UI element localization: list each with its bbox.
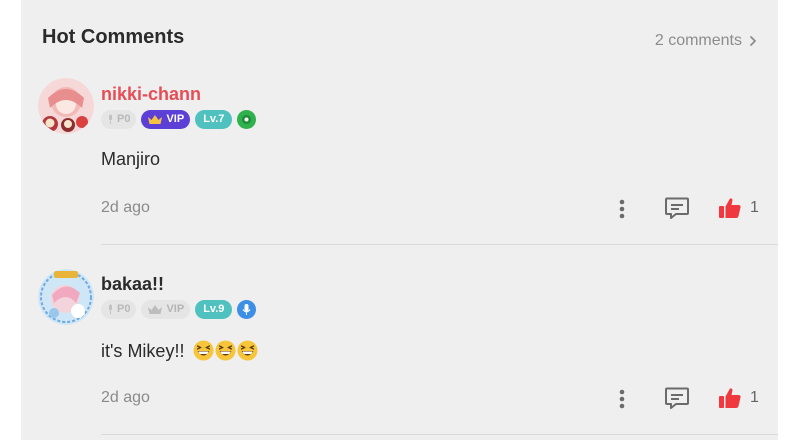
user-badges: P0 VIP Lv.7 [101, 109, 257, 129]
like-count: 1 [750, 389, 759, 406]
green-gem-icon [237, 109, 257, 129]
grinning-squinting-face-icon [237, 340, 258, 361]
comment-bubble-icon [665, 197, 689, 219]
points-badge-label: P0 [117, 112, 131, 125]
comment-bubble-icon [665, 387, 689, 409]
crown-icon [148, 304, 163, 314]
vip-badge: VIP [141, 299, 191, 319]
like-button[interactable]: 1 [718, 196, 759, 220]
crown-icon [148, 114, 163, 124]
hot-comments-panel: Hot Comments 2 comments nikki-chann P0 V… [21, 0, 778, 440]
grinning-squinting-face-icon [215, 340, 236, 361]
more-vertical-icon [619, 389, 625, 409]
vip-badge: VIP [141, 109, 191, 129]
user-badges: P0 VIP Lv.9 [101, 299, 257, 319]
comment-time: 2d ago [101, 389, 150, 406]
username[interactable]: nikki-chann [101, 84, 201, 105]
comment-text-content: it's Mikey!! [101, 341, 185, 361]
avatar[interactable] [38, 269, 94, 325]
comment-text: it's Mikey!! [101, 340, 258, 362]
like-button[interactable]: 1 [718, 386, 759, 410]
more-options-button[interactable] [617, 198, 627, 220]
comment-text: Manjiro [101, 149, 160, 170]
thumbs-up-icon [719, 388, 741, 408]
level-badge: Lv.9 [195, 299, 233, 319]
section-title: Hot Comments [42, 26, 185, 48]
points-badge: P0 [101, 109, 137, 129]
microphone-icon [109, 304, 112, 314]
more-options-button[interactable] [617, 388, 627, 410]
comment-divider [101, 244, 778, 245]
thumbs-up-icon [719, 198, 741, 218]
points-badge: P0 [101, 299, 137, 319]
microphone-icon [109, 114, 112, 124]
avatar[interactable] [38, 78, 94, 134]
comment-count-label: 2 comments [654, 32, 742, 49]
comment-divider [101, 434, 778, 435]
chevron-right-icon [750, 36, 756, 46]
more-vertical-icon [619, 199, 625, 219]
vip-badge-label: VIP [166, 112, 185, 125]
blue-microphone-icon [237, 299, 257, 319]
grinning-squinting-face-icon [193, 340, 214, 361]
points-badge-label: P0 [117, 302, 131, 315]
level-badge: Lv.7 [195, 109, 233, 129]
vip-badge-label: VIP [166, 302, 185, 315]
username[interactable]: bakaa!! [101, 274, 164, 295]
reply-button[interactable] [664, 196, 690, 221]
comment-text-content: Manjiro [101, 149, 161, 169]
like-count: 1 [750, 199, 759, 216]
comment-time: 2d ago [101, 199, 150, 216]
view-all-comments-link[interactable]: 2 comments [655, 32, 758, 50]
reply-button[interactable] [664, 386, 690, 411]
